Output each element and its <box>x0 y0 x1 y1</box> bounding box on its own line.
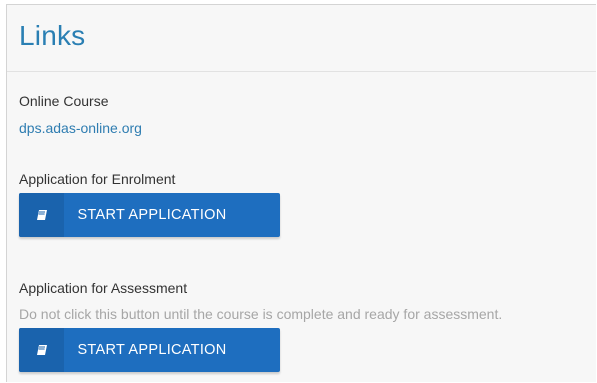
start-application-assessment-button[interactable]: START APPLICATION <box>19 328 280 372</box>
assessment-label: Application for Assessment <box>19 280 188 296</box>
start-application-label: START APPLICATION <box>77 342 227 358</box>
divider <box>7 71 596 72</box>
page-title: Links <box>19 20 86 51</box>
start-application-label: START APPLICATION <box>77 207 227 223</box>
links-panel: Links Online Course dps.adas-online.org … <box>6 4 596 382</box>
assessment-note: Do not click this button until the cours… <box>19 306 503 322</box>
book-icon <box>19 328 64 372</box>
start-application-enrolment-button[interactable]: START APPLICATION <box>19 193 280 237</box>
book-icon <box>19 193 64 237</box>
online-course-label: Online Course <box>19 93 109 109</box>
enrolment-label: Application for Enrolment <box>19 171 176 187</box>
online-course-link[interactable]: dps.adas-online.org <box>19 120 142 136</box>
